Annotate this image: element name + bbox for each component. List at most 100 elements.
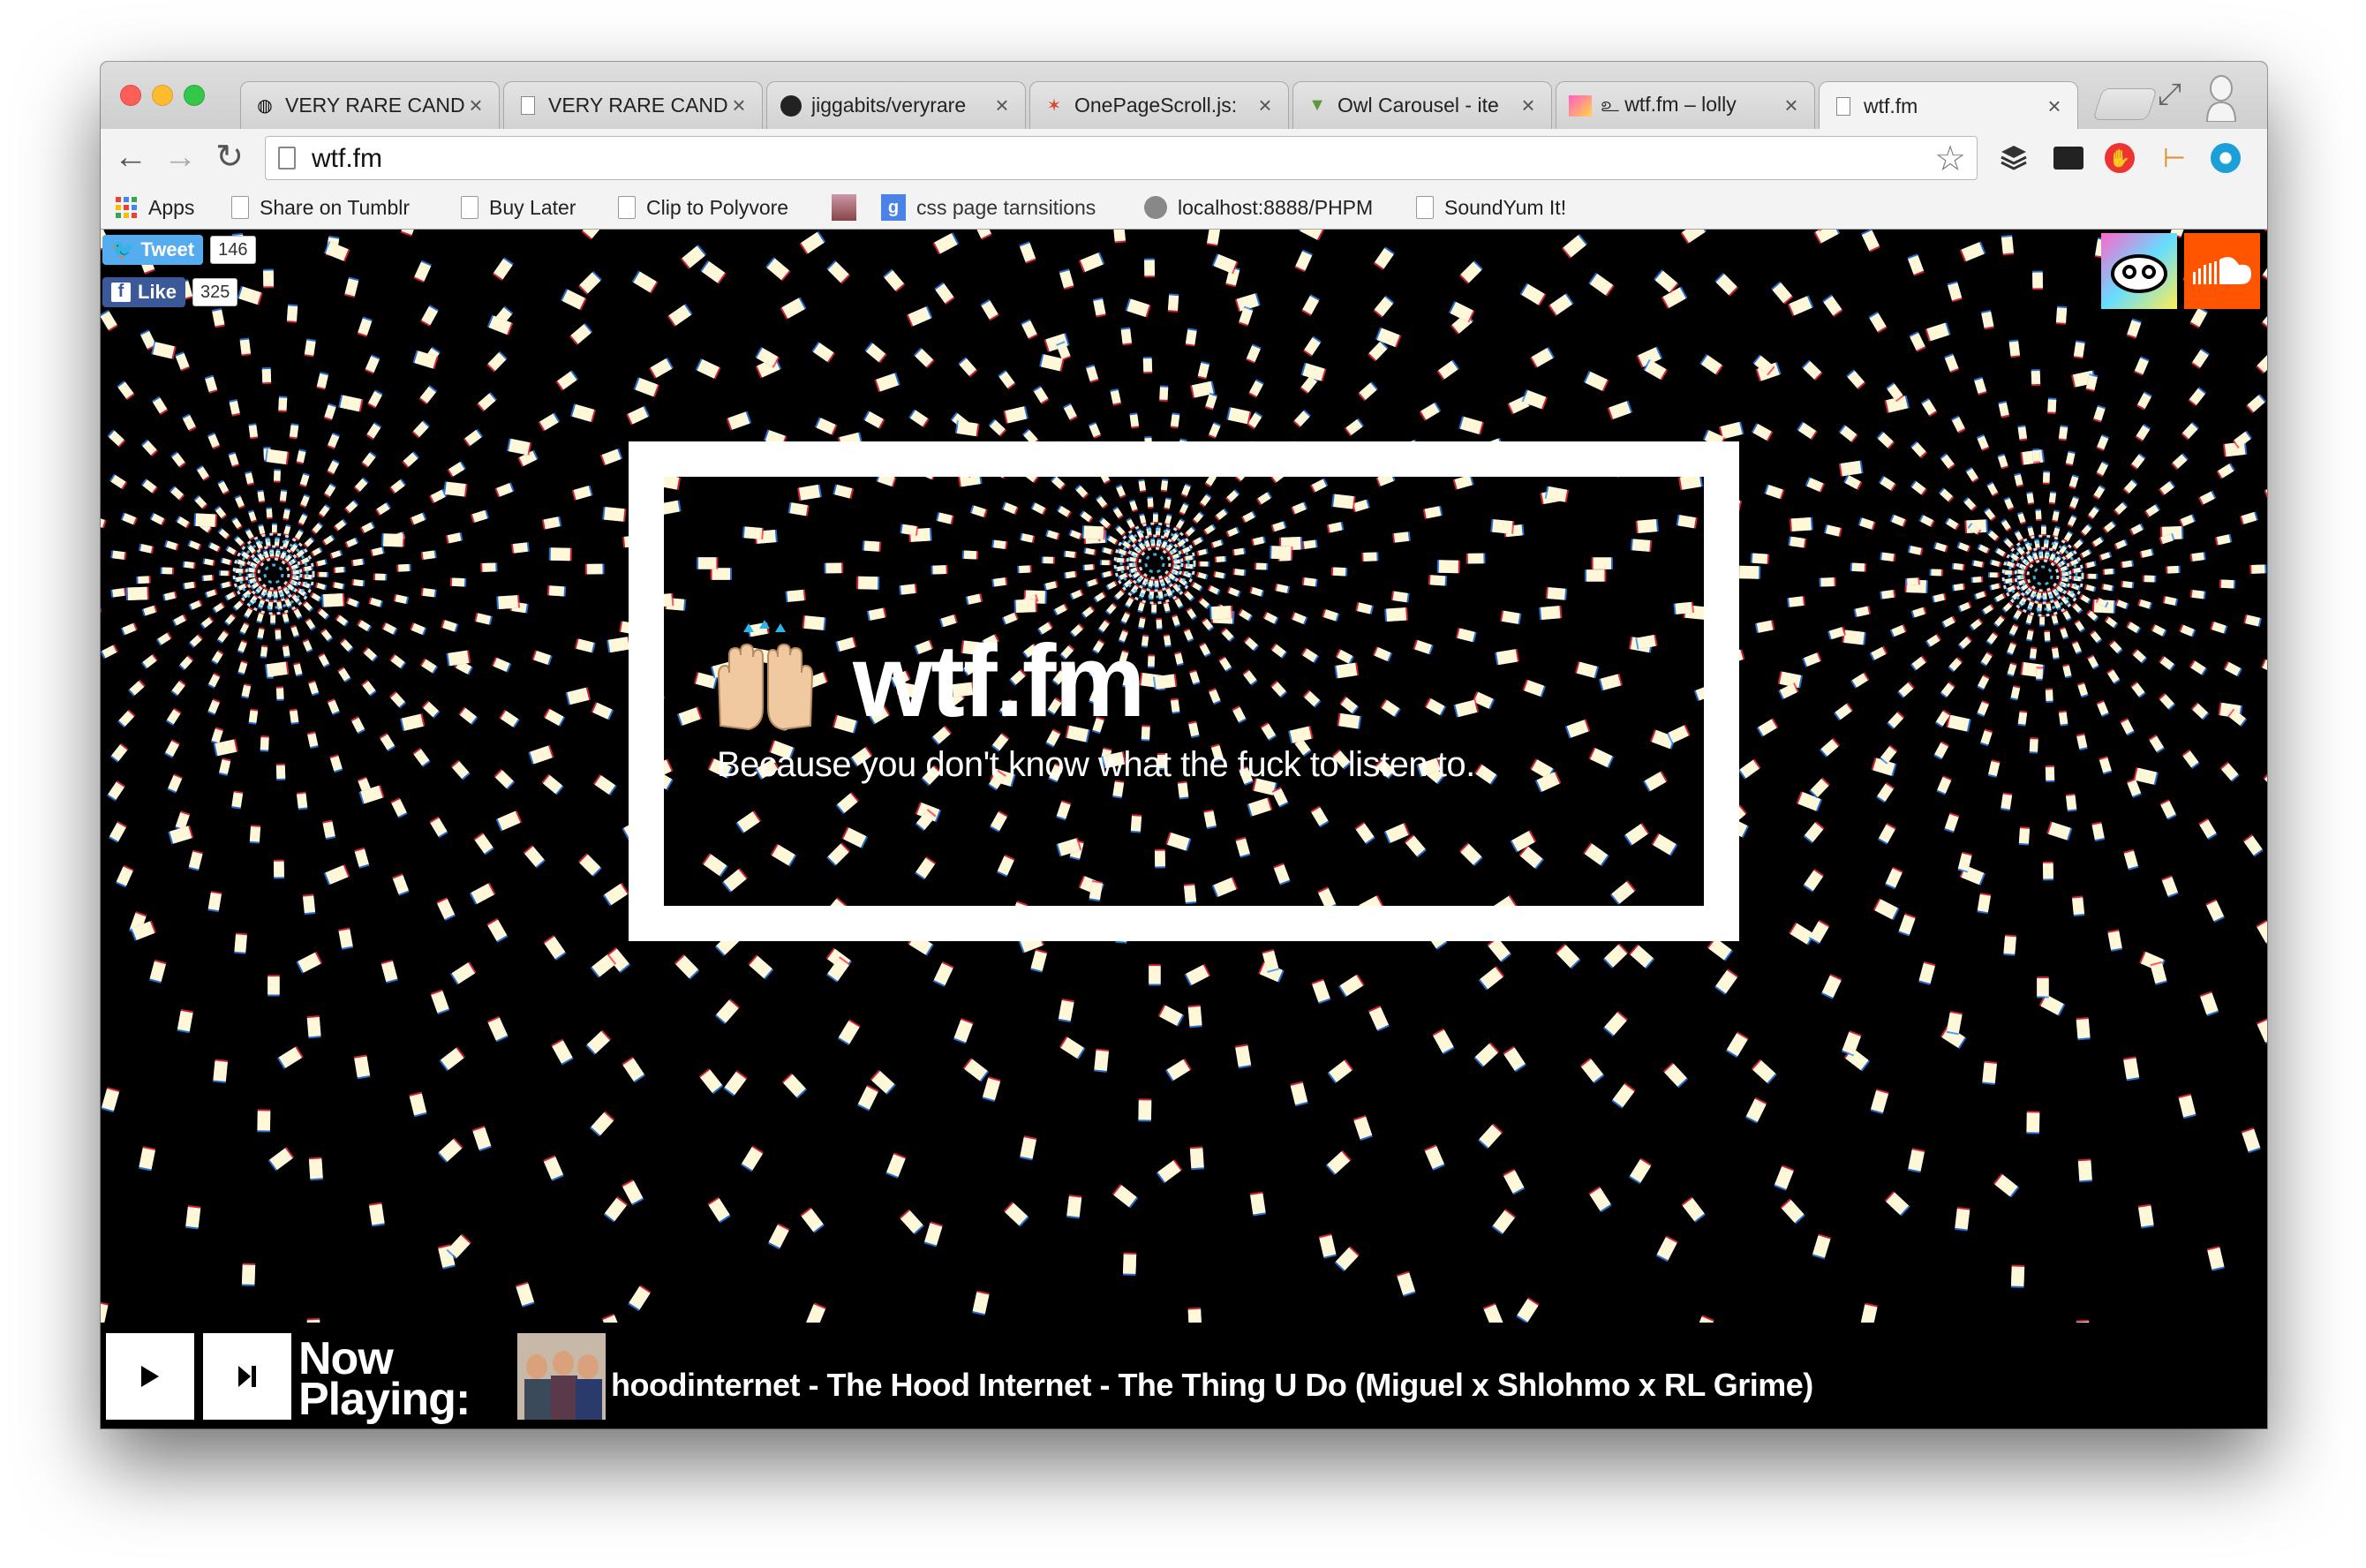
bookmark-label: Buy Later [489,195,576,219]
now-playing-track: hoodinternet - The Hood Internet - The T… [611,1367,1813,1403]
skip-next-icon [238,1366,256,1387]
browser-tab-active[interactable]: wtf.fm × [1819,81,2078,131]
like-button[interactable]: f Like [102,277,186,307]
site-tagline: Because you don't know what the fuck to … [717,745,1475,784]
facebook-icon: f [111,282,131,302]
tab-close-icon[interactable]: × [1781,92,1802,119]
page-icon [618,196,636,219]
like-widget[interactable]: f Like 325 [102,277,238,307]
tab-title: jiggabits/veryrare [811,94,967,117]
bookmarks-bar: Apps Share on Tumblr Buy Later Clip to P… [101,185,2267,230]
close-window-button[interactable] [120,85,141,106]
now-playing-line2: Playing: [298,1374,471,1425]
soundcloud-button[interactable] [2184,233,2260,309]
tab-list: ◍ VERY RARE CANDY × VERY RARE CANDY × ji… [240,81,2082,131]
minimize-window-button[interactable] [152,85,173,106]
tab-close-icon[interactable]: × [728,92,750,119]
album-art[interactable] [517,1333,606,1420]
tab-close-icon[interactable]: × [1255,92,1276,119]
bookmark-extension-icon[interactable]: ⊢ [2158,141,2191,175]
new-tab-button[interactable] [2092,88,2158,120]
twitter-bird-icon: 🐦 [111,238,136,260]
browser-tab[interactable]: ◍ VERY RARE CANDY × [240,81,500,129]
menu-icon[interactable]: ☰ [2260,141,2267,175]
browser-tab[interactable]: ▼ Owl Carousel - ite × [1292,81,1552,129]
globe-icon [1144,196,1167,219]
tab-close-icon[interactable]: × [465,92,486,119]
reload-icon[interactable]: ↻ [212,138,247,177]
tab-title: VERY RARE CANDY [548,94,728,117]
globe-icon: ◍ [257,96,273,116]
soundcloud-icon [2193,257,2251,284]
page-icon [461,196,478,219]
tweet-widget[interactable]: 🐦 Tweet 146 [102,235,256,265]
browser-tab[interactable]: jiggabits/veryrare × [766,81,1026,129]
apps-grid-icon [116,197,137,218]
bookmark-apps[interactable]: Apps [115,192,194,222]
bookmark-label: css page tarnsitions [916,195,1096,219]
tweet-label: Tweet [140,238,195,260]
bookmark-label: SoundYum It! [1444,195,1567,219]
google-icon: g [881,194,906,221]
play-icon [141,1366,159,1387]
tab-title: wtf.fm [1864,94,1918,117]
like-count: 325 [192,278,238,306]
bookmark-label: localhost:8888/PHPM [1178,195,1372,219]
lolly-logo-button[interactable] [2101,233,2177,309]
tab-title: OnePageScroll.js: [1074,94,1238,117]
browser-tab[interactable]: உ wtf.fm – lolly × [1556,81,1815,129]
profile-icon[interactable] [2204,72,2239,122]
back-arrow-icon[interactable]: ← [113,138,148,177]
browser-tab[interactable]: ✶ OnePageScroll.js: × [1029,81,1289,129]
tab-close-icon[interactable]: × [991,92,1013,119]
tab-title: VERY RARE CANDY [285,94,465,117]
gradient-icon [1569,94,1592,117]
next-track-button[interactable] [203,1333,291,1420]
raising-hands-emoji [717,620,814,731]
bookmark-localhost[interactable]: localhost:8888/PHPM [1144,192,1372,222]
site-title: wtf.fm [853,623,1145,738]
adblock-extension-icon[interactable]: ✋ [2103,141,2136,175]
tab-close-icon[interactable]: × [1518,92,1539,119]
web-page: 🐦 Tweet 146 f Like 325 wtf.fm Because yo… [101,230,2267,1429]
lolly-logo-icon [2111,254,2167,293]
tab-close-icon[interactable]: × [2044,93,2065,120]
bookmark-star-icon[interactable]: ☆ [1934,139,1966,179]
bookmark-buy-later[interactable]: Buy Later [461,192,576,222]
tab-strip: ◍ VERY RARE CANDY × VERY RARE CANDY × ji… [101,62,2267,131]
address-bar[interactable]: wtf.fm ☆ [265,136,1978,180]
bookmark-label: Apps [148,195,195,219]
browser-toolbar: ← → ↻ wtf.fm ☆ ✋ ⊢ ☰ [101,129,2267,185]
url-text[interactable]: wtf.fm [312,144,382,174]
page-icon [1832,95,1855,118]
page-icon [1416,196,1434,219]
fullscreen-icon[interactable]: ⤢ [2158,78,2181,112]
play-button[interactable] [106,1333,194,1420]
bookmark-label: Clip to Polyvore [646,195,789,219]
tweet-count: 146 [210,236,256,264]
bookmark-label: Share on Tumblr [260,195,411,219]
like-label: Like [138,281,177,303]
terminal-extension-icon[interactable] [2052,141,2085,175]
album-art-image [517,1333,606,1420]
tab-title: Owl Carousel - ite [1337,94,1499,117]
tab-title: உ wtf.fm – lolly [1601,92,1737,116]
bookmark-css-page-transitions[interactable]: g css page tarnsitions [881,192,1096,222]
page-icon [516,94,539,117]
layers-extension-icon[interactable] [1997,141,2031,175]
page-icon [231,196,249,219]
polyvore-image-icon[interactable] [832,192,856,222]
eye-extension-icon[interactable] [2209,141,2242,175]
zoom-window-button[interactable] [184,85,205,106]
page-icon [278,147,296,170]
owl-icon: ▼ [1308,95,1326,115]
bookmark-clip-to-polyvore[interactable]: Clip to Polyvore [618,192,788,222]
forward-arrow-icon[interactable]: → [162,138,198,177]
browser-tab[interactable]: VERY RARE CANDY × [503,81,763,129]
music-player-bar: Now Playing: hoodinternet - The Hood Int… [101,1323,2267,1429]
star-icon: ✶ [1046,96,1062,116]
now-playing-label: Now Playing: [298,1336,471,1425]
bookmark-share-on-tumblr[interactable]: Share on Tumblr [231,192,410,222]
bookmark-soundyum[interactable]: SoundYum It! [1416,192,1566,222]
tweet-button[interactable]: 🐦 Tweet [102,235,204,265]
